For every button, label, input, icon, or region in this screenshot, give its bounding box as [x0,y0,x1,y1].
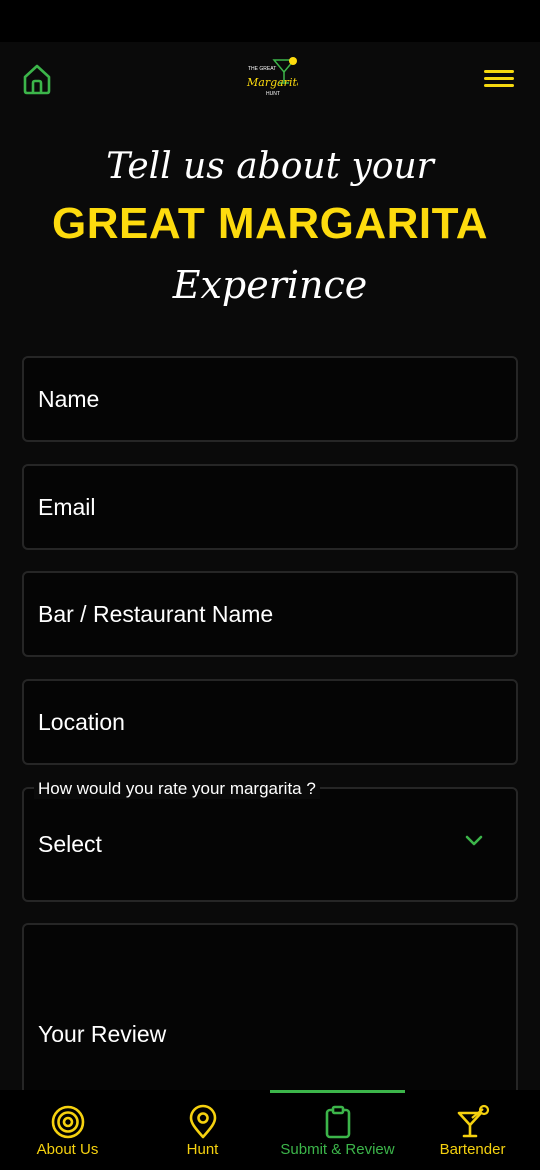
target-icon [51,1105,84,1139]
name-field[interactable]: Name [22,356,518,442]
status-bar [0,0,540,42]
location-field[interactable]: Location [22,679,518,765]
nav-about-us[interactable]: About Us [0,1090,135,1170]
nav-hunt-label: Hunt [186,1141,219,1158]
name-placeholder: Name [38,386,100,412]
hamburger-menu-button[interactable] [484,66,514,92]
bottom-navigation: About Us Hunt Submit & Review Bartender [0,1090,540,1170]
clipboard-icon [325,1105,350,1139]
hero-line-2: GREAT MARGARITA [51,199,489,248]
email-placeholder: Email [38,494,96,520]
hero-line-3: Experince [172,263,368,307]
nav-bartender[interactable]: Bartender [405,1090,540,1170]
rating-selected-value: Select [38,831,102,857]
nav-hunt[interactable]: Hunt [135,1090,270,1170]
review-placeholder: Your Review [38,1021,167,1047]
app-header: THE GREAT Margarita HUNT [0,42,540,118]
location-placeholder: Location [38,709,125,735]
chevron-down-icon [465,835,483,846]
bar-restaurant-field[interactable]: Bar / Restaurant Name [22,571,518,657]
svg-text:HUNT: HUNT [266,91,280,97]
home-icon [23,64,51,95]
home-button[interactable] [20,62,54,96]
nav-about-us-label: About Us [36,1141,99,1158]
rating-label: How would you rate your margarita ? [34,779,320,799]
email-field[interactable]: Email [22,464,518,550]
menu-icon [484,70,514,73]
hero-line-1: Tell us about your [106,146,434,187]
bar-restaurant-placeholder: Bar / Restaurant Name [38,601,274,627]
nav-submit-review[interactable]: Submit & Review [270,1090,405,1170]
svg-text:THE GREAT: THE GREAT [248,66,276,72]
nav-bartender-label: Bartender [439,1141,506,1158]
hero-heading: Tell us about your GREAT MARGARITA Exper… [0,138,540,318]
map-pin-icon [189,1104,216,1139]
nav-submit-review-label: Submit & Review [280,1141,395,1158]
svg-text:Margarita: Margarita [246,76,298,89]
rating-select[interactable]: How would you rate your margarita ? Sele… [22,779,518,902]
brand-logo[interactable]: THE GREAT Margarita HUNT [244,56,303,100]
cocktail-glass-icon [457,1104,489,1138]
